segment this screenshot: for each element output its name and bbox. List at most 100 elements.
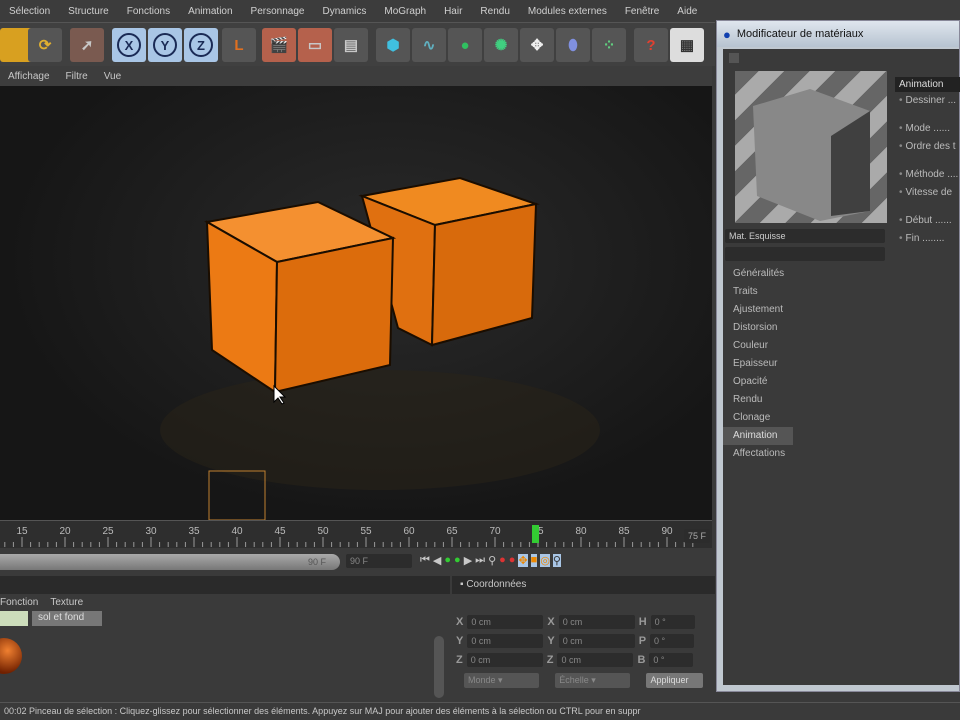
- timeline-tick-label: 90: [661, 526, 673, 537]
- y-axis-button[interactable]: Y: [148, 28, 182, 62]
- prev-frame-icon[interactable]: ◀: [433, 554, 441, 567]
- timeline-tick-label: 50: [317, 526, 329, 537]
- material-name-field[interactable]: Mat. Esquisse: [725, 229, 885, 243]
- scale-key-icon[interactable]: ■: [530, 554, 538, 567]
- settings-list-item[interactable]: Distorsion: [723, 319, 888, 337]
- go-start-icon[interactable]: ⏮: [420, 554, 430, 567]
- settings-list-item[interactable]: Animation: [723, 427, 793, 445]
- primitive-cube-icon[interactable]: ⬢: [376, 28, 410, 62]
- go-end-icon[interactable]: ⏭: [475, 554, 485, 567]
- key-icon[interactable]: ⚲: [488, 554, 496, 567]
- settings-list-item[interactable]: Opacité: [723, 373, 888, 391]
- settings-list-item[interactable]: Rendu: [723, 391, 888, 409]
- settings-list-item[interactable]: Généralités: [723, 265, 888, 283]
- mode-select[interactable]: Monde ▾: [464, 673, 540, 688]
- menu-item[interactable]: Sélection: [0, 6, 59, 17]
- deformer-icon[interactable]: ✥: [520, 28, 554, 62]
- menu-item[interactable]: Personnage: [242, 6, 314, 17]
- coord-field[interactable]: 0 °: [650, 633, 695, 648]
- property-label[interactable]: Mode ......: [895, 120, 960, 138]
- rotate-icon[interactable]: ⟳: [28, 28, 62, 62]
- settings-list-item[interactable]: Epaisseur: [723, 355, 888, 373]
- scale-select[interactable]: Échelle ▾: [555, 673, 631, 688]
- material-swatch[interactable]: [0, 611, 28, 626]
- material-search-field[interactable]: [725, 247, 885, 261]
- coord-field[interactable]: 0 °: [650, 614, 695, 629]
- menu-item[interactable]: Hair: [435, 6, 471, 17]
- next-frame-icon[interactable]: ▶: [464, 554, 472, 567]
- menu-item[interactable]: MoGraph: [375, 6, 435, 17]
- rot-key-icon[interactable]: ◎: [540, 554, 550, 567]
- spline-icon[interactable]: ∿: [412, 28, 446, 62]
- select-arrow-icon[interactable]: ➚: [70, 28, 104, 62]
- coord-field[interactable]: 0 °: [649, 652, 694, 667]
- max-frame-field[interactable]: 90 F: [346, 554, 412, 568]
- render-view-icon[interactable]: 🎬: [262, 28, 296, 62]
- max-frame-value: 90 F: [350, 556, 369, 566]
- x-axis-button[interactable]: X: [112, 28, 146, 62]
- coord-field[interactable]: 0 cm: [467, 633, 544, 648]
- viewport[interactable]: [0, 86, 712, 521]
- property-label[interactable]: Ordre des t: [895, 138, 960, 156]
- property-label[interactable]: Vitesse de: [895, 184, 960, 202]
- frame-range-slider[interactable]: 90 F: [0, 554, 340, 570]
- coord-field[interactable]: 0 cm: [466, 652, 543, 667]
- help-icon[interactable]: ?: [634, 28, 668, 62]
- viewport-menu-item[interactable]: Affichage: [0, 71, 58, 82]
- tab-fonction[interactable]: Fonction: [0, 597, 38, 608]
- coord-field[interactable]: 0 cm: [557, 652, 634, 667]
- menu-item[interactable]: Rendu: [471, 6, 518, 17]
- menu-icon[interactable]: [729, 53, 739, 63]
- render-picture-icon[interactable]: ▭: [298, 28, 332, 62]
- layout-icon[interactable]: ▦: [670, 28, 704, 62]
- tab-texture[interactable]: Texture: [50, 597, 83, 608]
- menu-item[interactable]: Fonctions: [118, 6, 179, 17]
- timeline[interactable]: 15202530354045505560657075808590 75 F: [0, 520, 712, 548]
- autokey-icon[interactable]: ●: [509, 554, 516, 567]
- viewport-menu-item[interactable]: Vue: [96, 71, 129, 82]
- dialog-titlebar[interactable]: ● Modificateur de matériaux: [717, 21, 959, 47]
- render-settings-icon[interactable]: ▤: [334, 28, 368, 62]
- settings-list-item[interactable]: Couleur: [723, 337, 888, 355]
- material-preview-sphere[interactable]: [0, 638, 22, 674]
- menu-item[interactable]: Animation: [179, 6, 241, 17]
- settings-list-item[interactable]: Affectations: [723, 445, 888, 463]
- coordinate-system-icon[interactable]: L: [222, 28, 256, 62]
- property-label[interactable]: Fin ........: [895, 230, 960, 248]
- coord-field[interactable]: 0 cm: [467, 614, 544, 629]
- material-name-tag[interactable]: sol et fond: [32, 611, 102, 626]
- coordinates-panel: ▪ Coordonnées X0 cm X 0 cm H 0 ° Y 0 cm Y 0 cm P 0…: [452, 576, 715, 700]
- property-label[interactable]: Début ......: [895, 212, 960, 230]
- property-label[interactable]: Dessiner ...: [895, 92, 960, 110]
- param-key-icon[interactable]: ⚲: [552, 554, 561, 567]
- menu-item[interactable]: Modules externes: [519, 6, 616, 17]
- menu-item[interactable]: Structure: [59, 6, 118, 17]
- menu-item[interactable]: Fenêtre: [616, 6, 668, 17]
- array-icon[interactable]: ✺: [484, 28, 518, 62]
- scrollbar[interactable]: [434, 636, 444, 698]
- settings-list-item[interactable]: Clonage: [723, 409, 888, 427]
- menu-item[interactable]: Aide: [668, 6, 706, 17]
- mode-value: Monde: [468, 675, 496, 685]
- coord-row: Z0 cm Z 0 cm B 0 °: [456, 650, 715, 669]
- nurbs-icon[interactable]: ●: [448, 28, 482, 62]
- menu-item[interactable]: Dynamics: [313, 6, 375, 17]
- scene-icon[interactable]: ⬮: [556, 28, 590, 62]
- property-label[interactable]: Méthode ....: [895, 166, 960, 184]
- pos-key-icon[interactable]: ✥: [518, 554, 528, 567]
- cube-front: [204, 200, 397, 394]
- timeline-tick-label: 35: [188, 526, 200, 537]
- record-icon[interactable]: ●: [499, 554, 506, 567]
- coord-field[interactable]: 0 cm: [558, 633, 635, 648]
- play-icon[interactable]: ●: [454, 554, 461, 567]
- particles-icon[interactable]: ⁘: [592, 28, 626, 62]
- coord-field[interactable]: 0 cm: [558, 614, 635, 629]
- playhead[interactable]: [532, 525, 539, 543]
- viewport-menu-item[interactable]: Filtre: [58, 71, 96, 82]
- play-backward-icon[interactable]: ●: [444, 554, 451, 567]
- apply-button[interactable]: Appliquer: [646, 673, 703, 688]
- settings-list-item[interactable]: Ajustement: [723, 301, 888, 319]
- z-axis-button[interactable]: Z: [184, 28, 218, 62]
- settings-list-item[interactable]: Traits: [723, 283, 888, 301]
- timeline-tick-label: 70: [489, 526, 501, 537]
